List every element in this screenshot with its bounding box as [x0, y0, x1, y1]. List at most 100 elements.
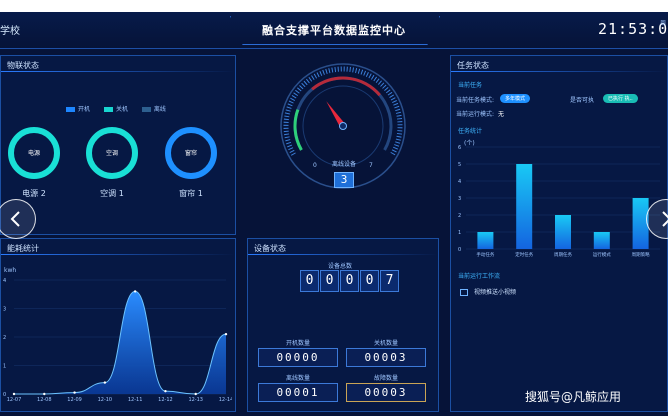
y-tick-label: 4: [458, 179, 461, 185]
offline-count-value: 00001: [258, 383, 338, 402]
clock-weekday: 周: [660, 20, 667, 27]
x-tick-label: 12-14: [219, 397, 232, 403]
power-ring: 电源: [8, 127, 60, 179]
legend-item-on: 开机: [66, 106, 90, 113]
running-mode-label: 当前运行模式:: [456, 111, 495, 118]
panel-title-line: [1, 71, 235, 72]
fault-count-label: 故障数量: [373, 375, 398, 382]
legend-item-offline: 离线: [141, 106, 166, 113]
energy-point: [133, 290, 137, 293]
total-digit: 0: [340, 270, 359, 292]
y-tick-label: 0: [458, 247, 461, 253]
gauge-value: 3: [334, 172, 354, 188]
task-bar-chart: 0 1 2 3 4 5 6 手动任务 定时任务 周期任务 运行模式 周期策略: [458, 145, 660, 258]
iot-legend: 开机 关机 离线: [66, 104, 166, 113]
legend-swatch-on: [66, 107, 75, 112]
task-stats-heading: 任务统计: [458, 128, 483, 135]
running-workflow-item: 视频推送小视频: [460, 287, 516, 296]
clock: 21:53:08: [598, 20, 668, 38]
current-mode-badge: 多年模式: [500, 94, 531, 103]
chevron-left-icon: [10, 211, 20, 227]
x-tick-label: 定时任务: [515, 251, 533, 258]
total-digit: 0: [320, 270, 339, 292]
energy-point: [224, 332, 228, 336]
on-count-label: 开机数量: [285, 340, 310, 347]
x-tick-label: 12-12: [158, 397, 173, 403]
y-tick-label: 2: [458, 213, 461, 219]
chevron-right-icon: [662, 211, 668, 227]
school-label: 学校: [0, 26, 20, 37]
page-title: 融合支撑平台数据监控中心: [262, 24, 406, 37]
panel-title-line: [248, 254, 438, 255]
running-workflow-heading: 当前运行工作流: [458, 273, 501, 280]
legend-swatch-off: [103, 107, 113, 112]
curtain-ring-label: 窗帘 1: [179, 189, 203, 198]
x-tick-label: 12-10: [98, 397, 113, 403]
x-tick-label: 运行模式: [593, 251, 611, 258]
gauge-label: 离线设备: [332, 161, 357, 168]
iot-panel-title: 物联状态: [7, 61, 39, 70]
energy-area: [14, 291, 226, 394]
aircon-ring: 空调: [86, 127, 138, 179]
aircon-ring-label: 空调 1: [100, 189, 124, 198]
x-tick-label: 手动任务: [476, 251, 494, 258]
watermark: 搜狐号@凡鲸应用: [525, 390, 622, 404]
y-tick-label: 3: [458, 196, 461, 202]
panel-title-line: [451, 71, 667, 72]
y-tick-label: 5: [458, 162, 461, 168]
gauge-track: [293, 76, 393, 151]
x-tick-label: 周期任务: [554, 251, 572, 258]
gauge-green-arc: [293, 109, 303, 151]
y-tick-label: 2: [3, 335, 6, 341]
energy-area-chart: 0 1 2 3 4 12-07 12-08 12-09 12-10 12-11 12-12 12-13…: [3, 278, 232, 403]
is-executing-badge: 已执行 执..: [603, 94, 638, 103]
legend-swatch-offline: [141, 107, 151, 112]
y-tick-label: 1: [458, 230, 461, 236]
x-tick-label: 12-11: [128, 397, 143, 403]
gauge-tick-ring: [283, 66, 403, 156]
x-tick-label: 周期策略: [632, 251, 650, 258]
gauge-max: 7: [369, 162, 373, 169]
fault-count-value: 00003: [346, 383, 426, 402]
y-tick-label: 4: [3, 278, 6, 284]
energy-point: [164, 389, 167, 393]
y-tick-label: 3: [3, 307, 6, 313]
device-total-label: 设备总数: [328, 263, 353, 270]
energy-point: [194, 392, 197, 396]
power-ring-label: 电源 2: [22, 189, 46, 198]
offline-count-label: 离线数量: [285, 375, 310, 382]
task-bar: [555, 215, 571, 249]
task-bar: [516, 164, 533, 249]
x-tick-label: 12-09: [67, 397, 82, 403]
off-count-value: 00003: [346, 348, 426, 367]
running-mode-value: 无: [498, 111, 505, 118]
workflow-icon: [460, 289, 468, 296]
is-executing-label: 是否可执: [570, 97, 595, 104]
y-tick-label: 1: [3, 364, 6, 370]
x-tick-label: 12-08: [37, 397, 52, 403]
task-bar: [477, 232, 494, 249]
current-task-heading: 当前任务: [458, 82, 483, 89]
energy-point: [103, 381, 107, 384]
y-tick-label: 6: [458, 145, 461, 151]
off-count-label: 关机数量: [373, 340, 398, 347]
gauge-min: 0: [313, 162, 317, 169]
curtain-ring: 窗帘: [165, 127, 217, 179]
energy-point: [43, 392, 46, 396]
energy-point: [12, 392, 16, 396]
y-tick-label: 0: [3, 392, 6, 398]
total-digit: 0: [300, 270, 319, 292]
gauge-hub: [339, 122, 347, 130]
current-mode-label: 当前任务模式:: [456, 97, 495, 104]
legend-item-off: 关机: [103, 106, 128, 113]
top-white-strip: [0, 0, 668, 12]
device-panel-title: 设备状态: [254, 244, 286, 253]
task-panel-title: 任务状态: [457, 61, 489, 70]
x-tick-label: 12-13: [188, 397, 203, 403]
energy-panel-title: 能耗统计: [7, 244, 39, 253]
task-bar: [593, 232, 610, 249]
energy-point: [73, 391, 76, 394]
total-digit: 0: [360, 270, 379, 292]
x-tick-label: 12-07: [7, 397, 22, 403]
total-digit: 7: [380, 270, 399, 292]
